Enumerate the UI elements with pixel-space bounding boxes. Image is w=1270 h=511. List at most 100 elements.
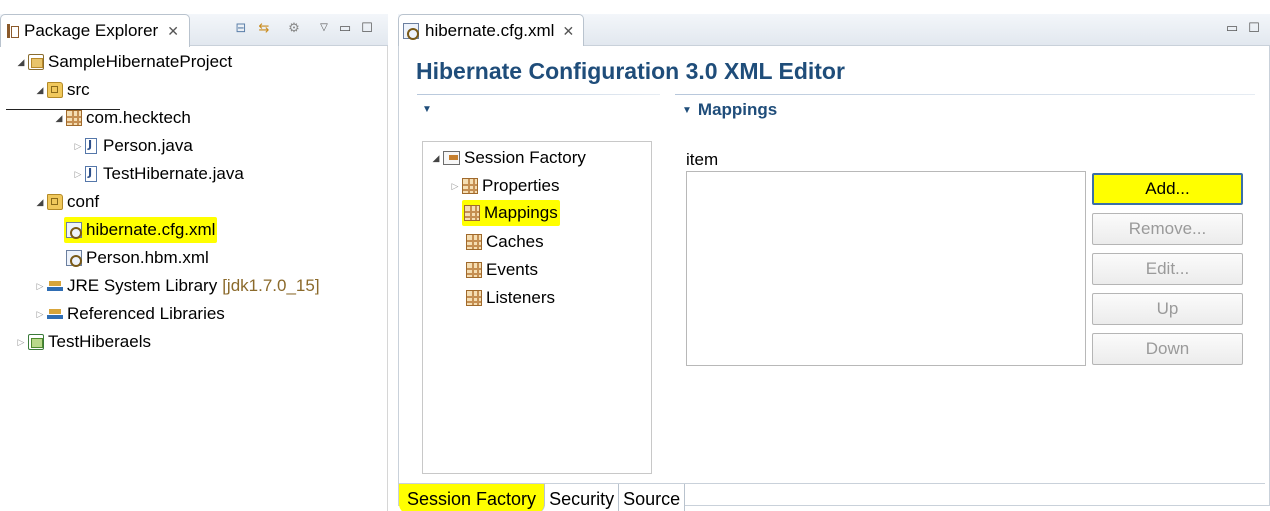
tree-item-label: JRE System Library xyxy=(67,276,218,295)
chevron-down-icon: ▼ xyxy=(682,104,692,116)
tree-item-caches[interactable]: Caches xyxy=(466,228,544,256)
mappings-section-header[interactable]: ▼ Mappings xyxy=(682,100,777,120)
chevron-down-icon: ▼ xyxy=(422,103,432,115)
tree-item-jre-library[interactable]: ▷ JRE System Library [jdk1.7.0_15] xyxy=(33,273,320,299)
down-button[interactable]: Down xyxy=(1092,333,1243,365)
expand-twisty-icon[interactable]: ◢ xyxy=(33,85,47,96)
mappings-item-list[interactable] xyxy=(686,171,1086,366)
tab-source[interactable]: Source xyxy=(619,484,686,511)
close-icon[interactable]: ✕ xyxy=(562,23,574,40)
tree-item-hibernate-cfg-xml[interactable]: hibernate.cfg.xml xyxy=(64,217,218,243)
edit-button[interactable]: Edit... xyxy=(1092,253,1243,285)
collapse-twisty-icon[interactable]: ▷ xyxy=(33,309,47,320)
library-icon xyxy=(47,278,63,294)
expand-twisty-icon[interactable]: ◢ xyxy=(429,153,443,164)
tree-item-label: src xyxy=(67,80,90,99)
tab-security[interactable]: Security xyxy=(545,484,620,511)
tree-item-label: Session Factory xyxy=(464,148,586,167)
tree-item-referenced-libraries[interactable]: ▷ Referenced Libraries xyxy=(33,301,225,327)
hibernate-config-editor: hibernate.cfg.xml ✕ ▭ ☐ Hibernate Config… xyxy=(398,14,1270,511)
close-icon[interactable]: ✕ xyxy=(167,23,179,40)
expand-twisty-icon[interactable]: ◢ xyxy=(14,57,28,68)
tree-item-project[interactable]: ◢ SampleHibernateProject xyxy=(14,49,233,75)
section-divider xyxy=(417,94,660,95)
expand-twisty-icon[interactable]: ◢ xyxy=(52,113,66,124)
session-factory-section-toggle[interactable]: ▼ xyxy=(422,99,438,119)
project-icon xyxy=(28,334,44,350)
add-button[interactable]: Add... xyxy=(1092,173,1243,205)
package-icon xyxy=(462,178,478,194)
view-menu-icon[interactable]: ▽ xyxy=(316,20,332,36)
java-file-icon xyxy=(85,166,97,182)
tree-item-package[interactable]: ◢ com.hecktech xyxy=(52,105,191,131)
package-explorer-tab-label: Package Explorer xyxy=(24,21,159,40)
folder-icon xyxy=(47,194,63,210)
filters-icon[interactable]: ⚙ xyxy=(286,20,302,36)
tree-item-label: hibernate.cfg.xml xyxy=(86,220,216,239)
tree-item-src[interactable]: ◢ src xyxy=(33,77,90,103)
xml-file-icon xyxy=(66,222,82,239)
editor-tabbar: hibernate.cfg.xml ✕ ▭ ☐ xyxy=(398,14,1270,47)
session-factory-icon xyxy=(443,151,460,165)
tree-item-label: Caches xyxy=(486,232,544,251)
tree-item-testhiberaels[interactable]: ▷ TestHiberaels xyxy=(14,329,151,355)
mappings-section-title: Mappings xyxy=(697,100,778,119)
editor-body: Hibernate Configuration 3.0 XML Editor ▼… xyxy=(398,46,1270,511)
xml-file-icon xyxy=(66,250,82,267)
expand-twisty-icon[interactable]: ◢ xyxy=(33,197,47,208)
tree-item-label: com.hecktech xyxy=(86,108,191,127)
minimize-icon[interactable]: ▭ xyxy=(337,20,353,36)
tab-session-factory[interactable]: Session Factory xyxy=(399,484,546,511)
collapse-twisty-icon[interactable]: ▷ xyxy=(71,169,85,180)
tree-item-label: Events xyxy=(486,260,538,279)
link-with-editor-icon[interactable]: ⇆ xyxy=(256,20,272,36)
package-icon xyxy=(466,234,482,250)
editor-tab-hibernate-cfg[interactable]: hibernate.cfg.xml ✕ xyxy=(398,14,584,47)
tree-item-label: SampleHibernateProject xyxy=(48,52,233,71)
minimize-icon[interactable]: ▭ xyxy=(1224,20,1240,36)
package-explorer-icon xyxy=(5,23,19,39)
remove-button[interactable]: Remove... xyxy=(1092,213,1243,245)
tree-item-testhibernate-java[interactable]: ▷ TestHibernate.java xyxy=(71,161,244,187)
tree-item-label: Person.hbm.xml xyxy=(86,248,209,267)
tree-item-mappings[interactable]: Mappings xyxy=(462,200,560,226)
up-button[interactable]: Up xyxy=(1092,293,1243,325)
library-icon xyxy=(47,306,63,322)
maximize-icon[interactable]: ☐ xyxy=(1246,20,1262,36)
tree-item-label: Referenced Libraries xyxy=(67,304,225,323)
tree-item-label: Mappings xyxy=(484,203,558,222)
tree-item-label: TestHiberaels xyxy=(48,332,151,351)
tree-item-person-hbm-xml[interactable]: Person.hbm.xml xyxy=(66,245,209,271)
collapse-twisty-icon[interactable]: ▷ xyxy=(71,141,85,152)
editor-page-tabs: Session Factory Security Source xyxy=(399,483,1265,511)
jre-version-decoration: [jdk1.7.0_15] xyxy=(222,276,320,295)
java-file-icon xyxy=(85,138,97,154)
tree-item-events[interactable]: Events xyxy=(466,256,538,284)
tree-item-label: conf xyxy=(67,192,100,211)
package-icon xyxy=(466,262,482,278)
source-folder-icon xyxy=(47,82,63,98)
collapse-twisty-icon[interactable]: ▷ xyxy=(14,337,28,348)
collapse-all-icon[interactable]: ⊟ xyxy=(233,20,249,36)
collapse-twisty-icon[interactable]: ▷ xyxy=(33,281,47,292)
tree-item-label: Person.java xyxy=(103,136,193,155)
tree-item-person-java[interactable]: ▷ Person.java xyxy=(71,133,193,159)
editor-tab-label: hibernate.cfg.xml xyxy=(425,21,555,40)
tree-item-label: Listeners xyxy=(486,288,555,307)
tree-item-properties[interactable]: ▷ Properties xyxy=(448,172,560,200)
package-explorer-tabbar: Package Explorer ✕ ⊟ ⇆ ⚙ ▽ ▭ ☐ xyxy=(0,14,388,47)
package-explorer-tab[interactable]: Package Explorer ✕ xyxy=(0,14,190,47)
collapse-twisty-icon[interactable]: ▷ xyxy=(448,181,462,192)
tree-item-session-factory[interactable]: ◢ Session Factory xyxy=(429,144,586,172)
tree-item-label: Properties xyxy=(482,176,560,195)
editor-title: Hibernate Configuration 3.0 XML Editor xyxy=(416,58,845,84)
package-icon xyxy=(464,205,480,221)
xml-file-icon xyxy=(403,23,419,40)
tree-item-listeners[interactable]: Listeners xyxy=(466,284,555,312)
project-icon xyxy=(28,54,44,70)
package-icon xyxy=(466,290,482,306)
maximize-icon[interactable]: ☐ xyxy=(359,20,375,36)
tree-item-conf[interactable]: ◢ conf xyxy=(33,189,100,215)
item-list-label: item xyxy=(686,150,719,169)
package-icon xyxy=(66,110,82,126)
